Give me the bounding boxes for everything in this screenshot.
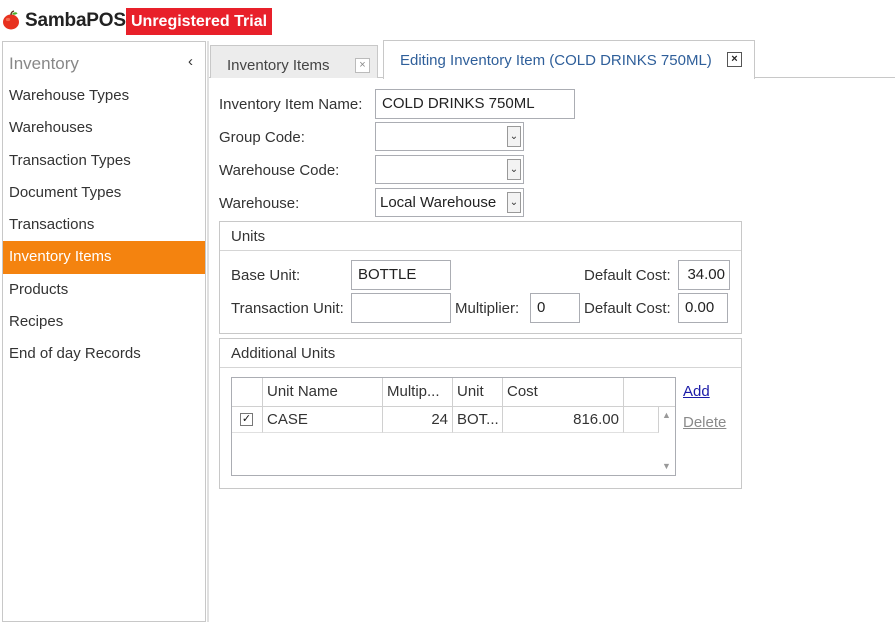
warehouse-code-label: Warehouse Code: xyxy=(219,162,340,179)
cost-cell[interactable]: 816.00 xyxy=(503,407,624,433)
tab-bar: Inventory Items × Editing Inventory Item… xyxy=(209,40,895,79)
tab-inventory-items[interactable]: Inventory Items × xyxy=(210,45,378,78)
sidebar-item-inventory-items[interactable]: Inventory Items xyxy=(3,241,205,274)
warehouse-value: Local Warehouse xyxy=(380,194,497,211)
column-header-cost[interactable]: Cost xyxy=(503,378,624,407)
units-group-title: Units xyxy=(231,228,266,245)
sidebar-header: Inventory ‹ xyxy=(3,42,205,80)
column-header-unit-name[interactable]: Unit Name xyxy=(263,378,383,407)
trial-badge: Unregistered Trial xyxy=(126,8,273,35)
vertical-scrollbar[interactable]: ▲ ▼ xyxy=(659,407,675,475)
base-unit-label: Base Unit: xyxy=(231,267,301,284)
warehouse-label: Warehouse: xyxy=(219,195,300,212)
tab-label: Editing Inventory Item (COLD DRINKS 750M… xyxy=(400,52,712,69)
divider xyxy=(220,367,741,368)
table-row-select-cell: ✓ xyxy=(232,407,263,433)
warehouse-code-select[interactable]: ⌄ xyxy=(375,155,524,184)
default-cost-label: Default Cost: xyxy=(584,267,671,284)
sidebar-title: Inventory xyxy=(9,54,79,73)
base-unit-field[interactable]: BOTTLE xyxy=(351,260,451,290)
sidebar-item-warehouses[interactable]: Warehouses xyxy=(3,112,205,144)
app-header: SambaPOS Unregistered Trial xyxy=(0,0,895,40)
sidebar-item-transactions[interactable]: Transactions xyxy=(3,209,205,241)
warehouse-select[interactable]: Local Warehouse ⌄ xyxy=(375,188,524,217)
group-code-label: Group Code: xyxy=(219,129,305,146)
chevron-down-icon[interactable]: ⌄ xyxy=(507,126,521,147)
column-header-unit[interactable]: Unit xyxy=(453,378,503,407)
chevron-down-icon[interactable]: ⌄ xyxy=(507,159,521,180)
apple-logo-icon xyxy=(3,10,19,30)
transaction-default-cost-field[interactable]: 0.00 xyxy=(678,293,728,323)
default-cost-field[interactable]: 34.00 xyxy=(678,260,730,290)
scroll-up-icon[interactable]: ▲ xyxy=(662,410,671,420)
row-checkbox[interactable]: ✓ xyxy=(240,413,253,426)
app-name: SambaPOS xyxy=(25,10,126,31)
column-header-multiplier[interactable]: Multip... xyxy=(383,378,453,407)
transaction-default-cost-label: Default Cost: xyxy=(584,300,671,317)
multiplier-label: Multiplier: xyxy=(455,300,520,317)
collapse-chevron-icon[interactable]: ‹ xyxy=(188,53,193,70)
sidebar-item-end-of-day-records[interactable]: End of day Records xyxy=(3,338,205,370)
sidebar-item-products[interactable]: Products xyxy=(3,274,205,306)
scroll-down-icon[interactable]: ▼ xyxy=(662,461,671,471)
extra-cell xyxy=(624,407,659,433)
inventory-item-name-label: Inventory Item Name: xyxy=(219,96,363,113)
column-header-select xyxy=(232,378,263,407)
tab-editing-inventory-item[interactable]: Editing Inventory Item (COLD DRINKS 750M… xyxy=(383,40,755,79)
delete-unit-link[interactable]: Delete xyxy=(683,414,726,431)
inventory-item-name-field[interactable]: COLD DRINKS 750ML xyxy=(375,89,575,119)
add-unit-link[interactable]: Add xyxy=(683,383,710,400)
chevron-down-icon[interactable]: ⌄ xyxy=(507,192,521,213)
close-icon[interactable]: × xyxy=(355,58,370,73)
splitter[interactable] xyxy=(207,41,209,622)
sidebar-item-transaction-types[interactable]: Transaction Types xyxy=(3,145,205,177)
transaction-unit-field[interactable] xyxy=(351,293,451,323)
tab-label: Inventory Items xyxy=(227,57,330,74)
close-icon[interactable]: × xyxy=(727,52,742,67)
sidebar-item-recipes[interactable]: Recipes xyxy=(3,306,205,338)
sidebar-item-warehouse-types[interactable]: Warehouse Types xyxy=(3,80,205,112)
multiplier-cell[interactable]: 24 xyxy=(383,407,453,433)
unit-name-cell[interactable]: CASE xyxy=(263,407,383,433)
unit-cell[interactable]: BOT... xyxy=(453,407,503,433)
additional-units-title: Additional Units xyxy=(231,345,336,362)
group-code-select[interactable]: ⌄ xyxy=(375,122,524,151)
column-header-extra xyxy=(624,378,675,407)
transaction-unit-label: Transaction Unit: xyxy=(231,300,344,317)
sidebar: Inventory ‹ Warehouse Types Warehouses T… xyxy=(2,41,206,622)
sidebar-item-document-types[interactable]: Document Types xyxy=(3,177,205,209)
multiplier-field[interactable]: 0 xyxy=(530,293,580,323)
divider xyxy=(220,250,741,251)
additional-units-grid: Unit Name Multip... Unit Cost ✓ CASE 24 … xyxy=(231,377,676,476)
